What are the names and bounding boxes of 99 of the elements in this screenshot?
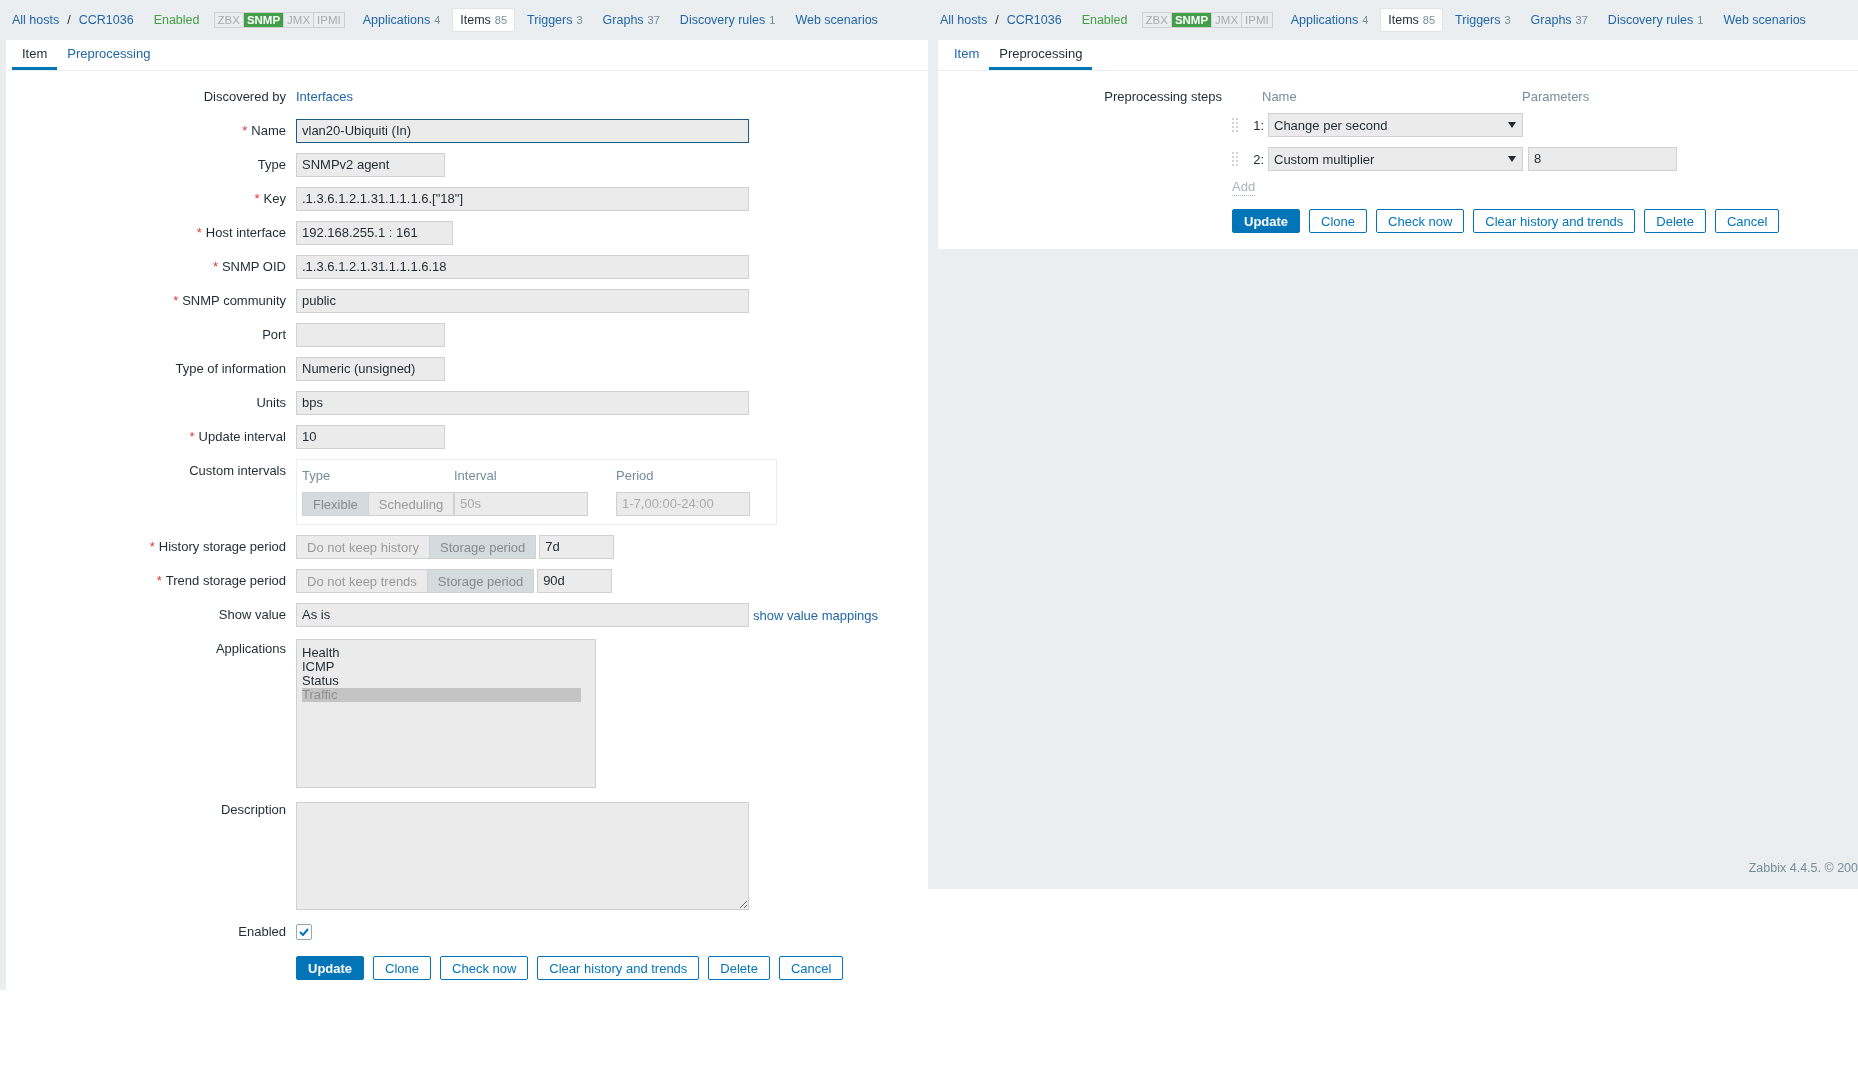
action-button[interactable]: Clear history and trends [1473, 209, 1636, 233]
column-header: Parameters [1522, 88, 1590, 106]
submit-button[interactable]: Update [296, 956, 365, 980]
status-link[interactable]: Enabled [1081, 13, 1128, 27]
interface-label: IPMI [313, 13, 344, 27]
nav-tab[interactable]: Items 85 [452, 8, 516, 32]
value-mappings-link[interactable]: show value mappings [753, 607, 879, 623]
form-tab[interactable]: Item [944, 40, 990, 70]
interface-label: JMX [1211, 13, 1242, 27]
interface-label: ZBX [216, 13, 241, 27]
field-label: Applications [214, 640, 286, 658]
action-button[interactable]: Cancel [778, 956, 844, 980]
step-type-select[interactable]: Change per second [1268, 113, 1523, 137]
input-field[interactable] [296, 323, 445, 347]
list-option[interactable]: Health [302, 646, 581, 660]
input-field[interactable]: public [296, 289, 749, 313]
description-field[interactable] [296, 802, 749, 910]
action-button[interactable]: Delete [708, 956, 770, 980]
action-button[interactable]: Check now [440, 956, 529, 980]
action-button[interactable]: Delete [1644, 209, 1706, 233]
breadcrumb-separator: / [67, 13, 71, 27]
field-label: * Update interval [188, 428, 286, 446]
nav-tab[interactable]: Graphs 37 [594, 8, 668, 32]
nav-tab[interactable]: Triggers 3 [1447, 8, 1519, 32]
breadcrumb-link[interactable]: All hosts [940, 13, 988, 27]
field-label: Preprocessing steps [1103, 88, 1222, 106]
action-button[interactable]: Clear history and trends [537, 956, 700, 980]
column-header: Period [616, 467, 655, 485]
interface-label: IPMI [1241, 13, 1272, 27]
interface-label: SNMP [1170, 13, 1212, 27]
caret-icon [1508, 122, 1516, 128]
field-label: * SNMP OID [211, 258, 286, 276]
status-link[interactable]: Enabled [153, 13, 200, 27]
form-tab[interactable]: Preprocessing [57, 40, 161, 70]
input-field[interactable]: .1.3.6.1.2.1.31.1.1.1.6.18 [296, 255, 749, 279]
submit-button[interactable]: Update [1232, 209, 1301, 233]
input-field[interactable]: 90d [537, 569, 613, 593]
input-field[interactable]: bps [296, 391, 749, 415]
discovery-link[interactable]: Interfaces [296, 89, 354, 104]
field-label: * Host interface [195, 224, 286, 242]
action-button[interactable]: Clone [373, 956, 432, 980]
field-label: Description [219, 801, 286, 819]
field-label: * Trend storage period [155, 572, 286, 590]
footer-text: Zabbix 4.4.5. © 200 [1747, 861, 1858, 877]
breadcrumb-link[interactable]: All hosts [12, 13, 60, 27]
breadcrumb-separator: / [995, 13, 999, 27]
list-option[interactable]: ICMP [302, 660, 581, 674]
caret-icon [1508, 156, 1516, 162]
action-button[interactable]: Check now [1376, 209, 1465, 233]
nav-tab[interactable]: Web scenarios [1715, 8, 1814, 32]
input-field[interactable]: 192.168.255.1 : 161 [296, 221, 453, 245]
action-button[interactable]: Clone [1309, 209, 1368, 233]
input-field[interactable]: SNMPv2 agent [296, 153, 445, 177]
parameter-field[interactable]: 8 [1528, 147, 1677, 171]
input-field[interactable]: 7d [539, 535, 615, 559]
input-field[interactable]: vlan20-Ubiquiti (In) [296, 119, 749, 143]
field-label: * SNMP community [172, 292, 286, 310]
nav-tab[interactable]: Web scenarios [787, 8, 886, 32]
column-header: Name [1262, 88, 1298, 106]
field-label: Type [256, 156, 286, 174]
column-header: Interval [454, 467, 498, 485]
column-header: Type [302, 467, 332, 485]
field-label: Show value [217, 606, 286, 624]
input-field[interactable]: As is [296, 603, 749, 627]
drag-handle-icon [1232, 117, 1238, 133]
list-option[interactable]: Status [302, 674, 581, 688]
step-type-select[interactable]: Custom multiplier [1268, 147, 1523, 171]
nav-tab[interactable]: Applications 4 [354, 8, 449, 32]
input-field[interactable]: 10 [296, 425, 445, 449]
form-tab[interactable]: Preprocessing [989, 40, 1093, 70]
interface-label: JMX [283, 13, 314, 27]
enabled-checkbox[interactable] [296, 924, 312, 940]
form-tab[interactable]: Item [12, 40, 58, 70]
field-label: Type of information [174, 360, 286, 378]
field-label: * Name [241, 122, 286, 140]
field-label: Enabled [237, 923, 286, 941]
breadcrumb-link[interactable]: CCR1036 [78, 13, 134, 27]
nav-tab[interactable]: Graphs 37 [1522, 8, 1596, 32]
field-label: Port [261, 326, 286, 344]
check-icon [299, 928, 309, 936]
nav-tab[interactable]: Discovery rules 1 [671, 8, 784, 32]
action-button[interactable]: Cancel [1714, 209, 1780, 233]
field-label: * History storage period [148, 538, 286, 556]
nav-tab[interactable]: Applications 4 [1282, 8, 1377, 32]
nav-tab[interactable]: Items 85 [1380, 8, 1444, 32]
input-field[interactable]: Numeric (unsigned) [296, 357, 445, 381]
field-label: Units [255, 394, 286, 412]
drag-handle-icon [1232, 151, 1238, 167]
step-number: 1: [1252, 117, 1264, 133]
field-label: Discovered by [202, 88, 286, 106]
field-label: Custom intervals [188, 462, 286, 480]
field-label: * Key [253, 190, 286, 208]
input-field[interactable]: .1.3.6.1.2.1.31.1.1.1.6.["18"] [296, 187, 749, 211]
nav-tab[interactable]: Triggers 3 [519, 8, 591, 32]
interface-label: ZBX [1144, 13, 1169, 27]
breadcrumb-link[interactable]: CCR1036 [1006, 13, 1062, 27]
step-number: 2: [1252, 151, 1264, 167]
nav-tab[interactable]: Discovery rules 1 [1599, 8, 1712, 32]
interface-label: SNMP [242, 13, 284, 27]
